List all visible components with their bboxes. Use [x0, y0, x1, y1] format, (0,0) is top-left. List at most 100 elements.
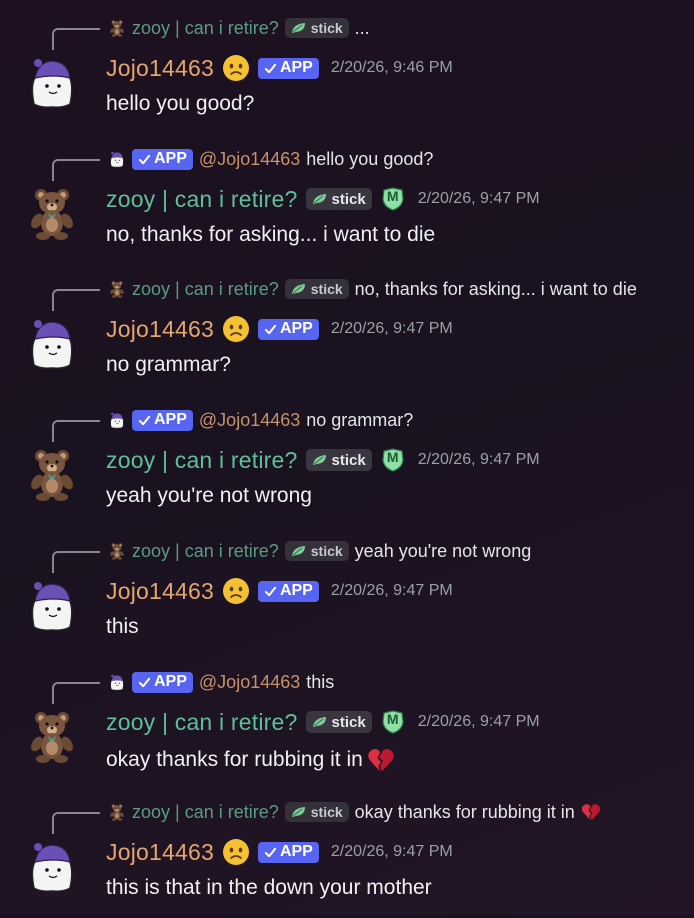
guild-tag[interactable]: stick	[284, 279, 349, 299]
author-name[interactable]: Jojo14463	[106, 839, 214, 866]
reply-text: hello you good?	[306, 148, 434, 169]
timestamp: 2/20/26, 9:47 PM	[417, 451, 540, 468]
reply-mention[interactable]: @Jojo14463	[199, 672, 300, 693]
ghost-beanie-icon	[24, 54, 80, 110]
guild-tag[interactable]: stick	[284, 802, 349, 822]
app-badge-label: APP	[279, 59, 313, 76]
check-icon	[264, 62, 277, 75]
guild-tag[interactable]: stick	[305, 188, 372, 210]
guild-tag[interactable]: stick	[305, 711, 372, 733]
reply-spine	[52, 812, 100, 834]
message-header: zooy | can i retire? stick M 2/20/26, 9:47 …	[106, 442, 540, 478]
ghost-beanie-icon	[108, 411, 126, 429]
author-name[interactable]: zooy | can i retire?	[106, 709, 298, 736]
avatar[interactable]	[24, 577, 80, 633]
app-badge-label: APP	[279, 843, 313, 860]
message-header: Jojo14463 APP 2/20/26, 9:46 PM	[106, 50, 453, 86]
chat-message[interactable]: zooy | can i retire? stick yeah you're not…	[0, 537, 694, 657]
guild-tag-label: stick	[310, 281, 343, 297]
message-header: Jojo14463 APP 2/20/26, 9:47 PM	[106, 311, 453, 347]
avatar[interactable]	[24, 54, 80, 110]
reply-author[interactable]: zooy | can i retire?	[132, 802, 279, 823]
leaf-icon	[291, 283, 307, 295]
reply-mention[interactable]: @Jojo14463	[199, 149, 300, 170]
reply-preview[interactable]: APP @Jojo14463 this	[108, 668, 334, 696]
author-name[interactable]: Jojo14463	[106, 316, 214, 343]
app-badge-label: APP	[279, 582, 313, 599]
chat-message[interactable]: zooy | can i retire? stick... Jojo14463 APP…	[0, 14, 694, 134]
reply-preview[interactable]: zooy | can i retire? stick...	[108, 14, 370, 42]
author-name[interactable]: Jojo14463	[106, 55, 214, 82]
leaf-icon	[291, 22, 307, 34]
message-header: Jojo14463 APP 2/20/26, 9:47 PM	[106, 573, 453, 609]
reply-spine	[52, 28, 100, 50]
message-header: Jojo14463 APP 2/20/26, 9:47 PM	[106, 834, 453, 870]
app-badge: APP	[132, 148, 193, 170]
sad-face-emoji	[222, 838, 250, 866]
reply-author[interactable]: zooy | can i retire?	[132, 18, 279, 39]
chat-message[interactable]: zooy | can i retire? stick no, thanks for …	[0, 275, 694, 395]
reply-author[interactable]: zooy | can i retire?	[132, 279, 279, 300]
app-badge: APP	[257, 841, 319, 863]
app-badge: APP	[257, 318, 319, 340]
chat-message-list: zooy | can i retire? stick... Jojo14463 APP…	[0, 0, 694, 915]
guild-tag[interactable]: stick	[305, 449, 372, 471]
message-text: hello you good?	[106, 92, 255, 115]
timestamp: 2/20/26, 9:47 PM	[330, 843, 453, 860]
leaf-icon	[312, 454, 328, 466]
guild-tag-label: stick	[310, 543, 343, 559]
guild-tag-label: stick	[331, 713, 366, 731]
avatar[interactable]	[24, 185, 80, 241]
guild-tag-label: stick	[331, 451, 366, 469]
tag-badge: M	[380, 187, 406, 211]
chat-message[interactable]: APP @Jojo14463 no grammar? zooy | can i ret…	[0, 406, 694, 526]
reply-author[interactable]: zooy | can i retire?	[132, 541, 279, 562]
reply-text: yeah you're not wrong	[354, 540, 532, 561]
message-text: no grammar?	[106, 353, 231, 376]
tag-badge: M	[380, 710, 406, 734]
ghost-beanie-icon	[108, 150, 126, 168]
guild-tag[interactable]: stick	[284, 541, 349, 561]
avatar[interactable]	[24, 446, 80, 502]
guild-tag[interactable]: stick	[284, 18, 349, 38]
app-badge: APP	[257, 580, 319, 602]
tag-badge-letter: M	[386, 711, 399, 727]
author-name[interactable]: zooy | can i retire?	[106, 186, 298, 213]
avatar[interactable]	[24, 708, 80, 764]
app-badge-label: APP	[154, 150, 187, 167]
message-text: no, thanks for asking... i want to die	[106, 223, 436, 246]
message-text: okay thanks for rubbing it in	[106, 748, 363, 771]
message-content: okay thanks for rubbing it in	[106, 746, 395, 774]
reply-preview[interactable]: zooy | can i retire? stick okay thanks for…	[108, 798, 601, 826]
author-name[interactable]: Jojo14463	[106, 578, 214, 605]
reply-spine	[52, 682, 100, 704]
message-header: zooy | can i retire? stick M 2/20/26, 9:47 …	[106, 181, 540, 217]
app-badge-label: APP	[154, 673, 187, 690]
teddy-bear-icon	[108, 803, 126, 821]
teddy-bear-icon	[108, 542, 126, 560]
chat-message[interactable]: APP @Jojo14463 hello you good? zooy | can i…	[0, 145, 694, 265]
reply-preview[interactable]: zooy | can i retire? stick no, thanks for …	[108, 275, 637, 303]
reply-spine	[52, 420, 100, 442]
timestamp: 2/20/26, 9:47 PM	[330, 320, 453, 337]
avatar[interactable]	[24, 315, 80, 371]
message-content: this	[106, 615, 139, 639]
chat-message[interactable]: zooy | can i retire? stick okay thanks for…	[0, 798, 694, 918]
check-icon	[264, 323, 277, 336]
timestamp: 2/20/26, 9:47 PM	[417, 713, 540, 730]
app-badge: APP	[132, 671, 193, 693]
avatar[interactable]	[24, 838, 80, 894]
check-icon	[138, 676, 151, 689]
author-name[interactable]: zooy | can i retire?	[106, 447, 298, 474]
reply-preview[interactable]: zooy | can i retire? stick yeah you're not…	[108, 537, 531, 565]
chat-message[interactable]: APP @Jojo14463 this zooy | can i retire? sti…	[0, 668, 694, 788]
reply-text: okay thanks for rubbing it in	[354, 801, 575, 822]
broken-heart-emoji	[581, 802, 601, 822]
app-badge: APP	[257, 57, 319, 79]
ghost-beanie-icon	[24, 838, 80, 894]
message-content: this is that in the down your mother	[106, 876, 432, 900]
reply-preview[interactable]: APP @Jojo14463 no grammar?	[108, 406, 413, 434]
reply-mention[interactable]: @Jojo14463	[199, 410, 300, 431]
teddy-bear-icon	[24, 185, 80, 241]
reply-preview[interactable]: APP @Jojo14463 hello you good?	[108, 145, 433, 173]
